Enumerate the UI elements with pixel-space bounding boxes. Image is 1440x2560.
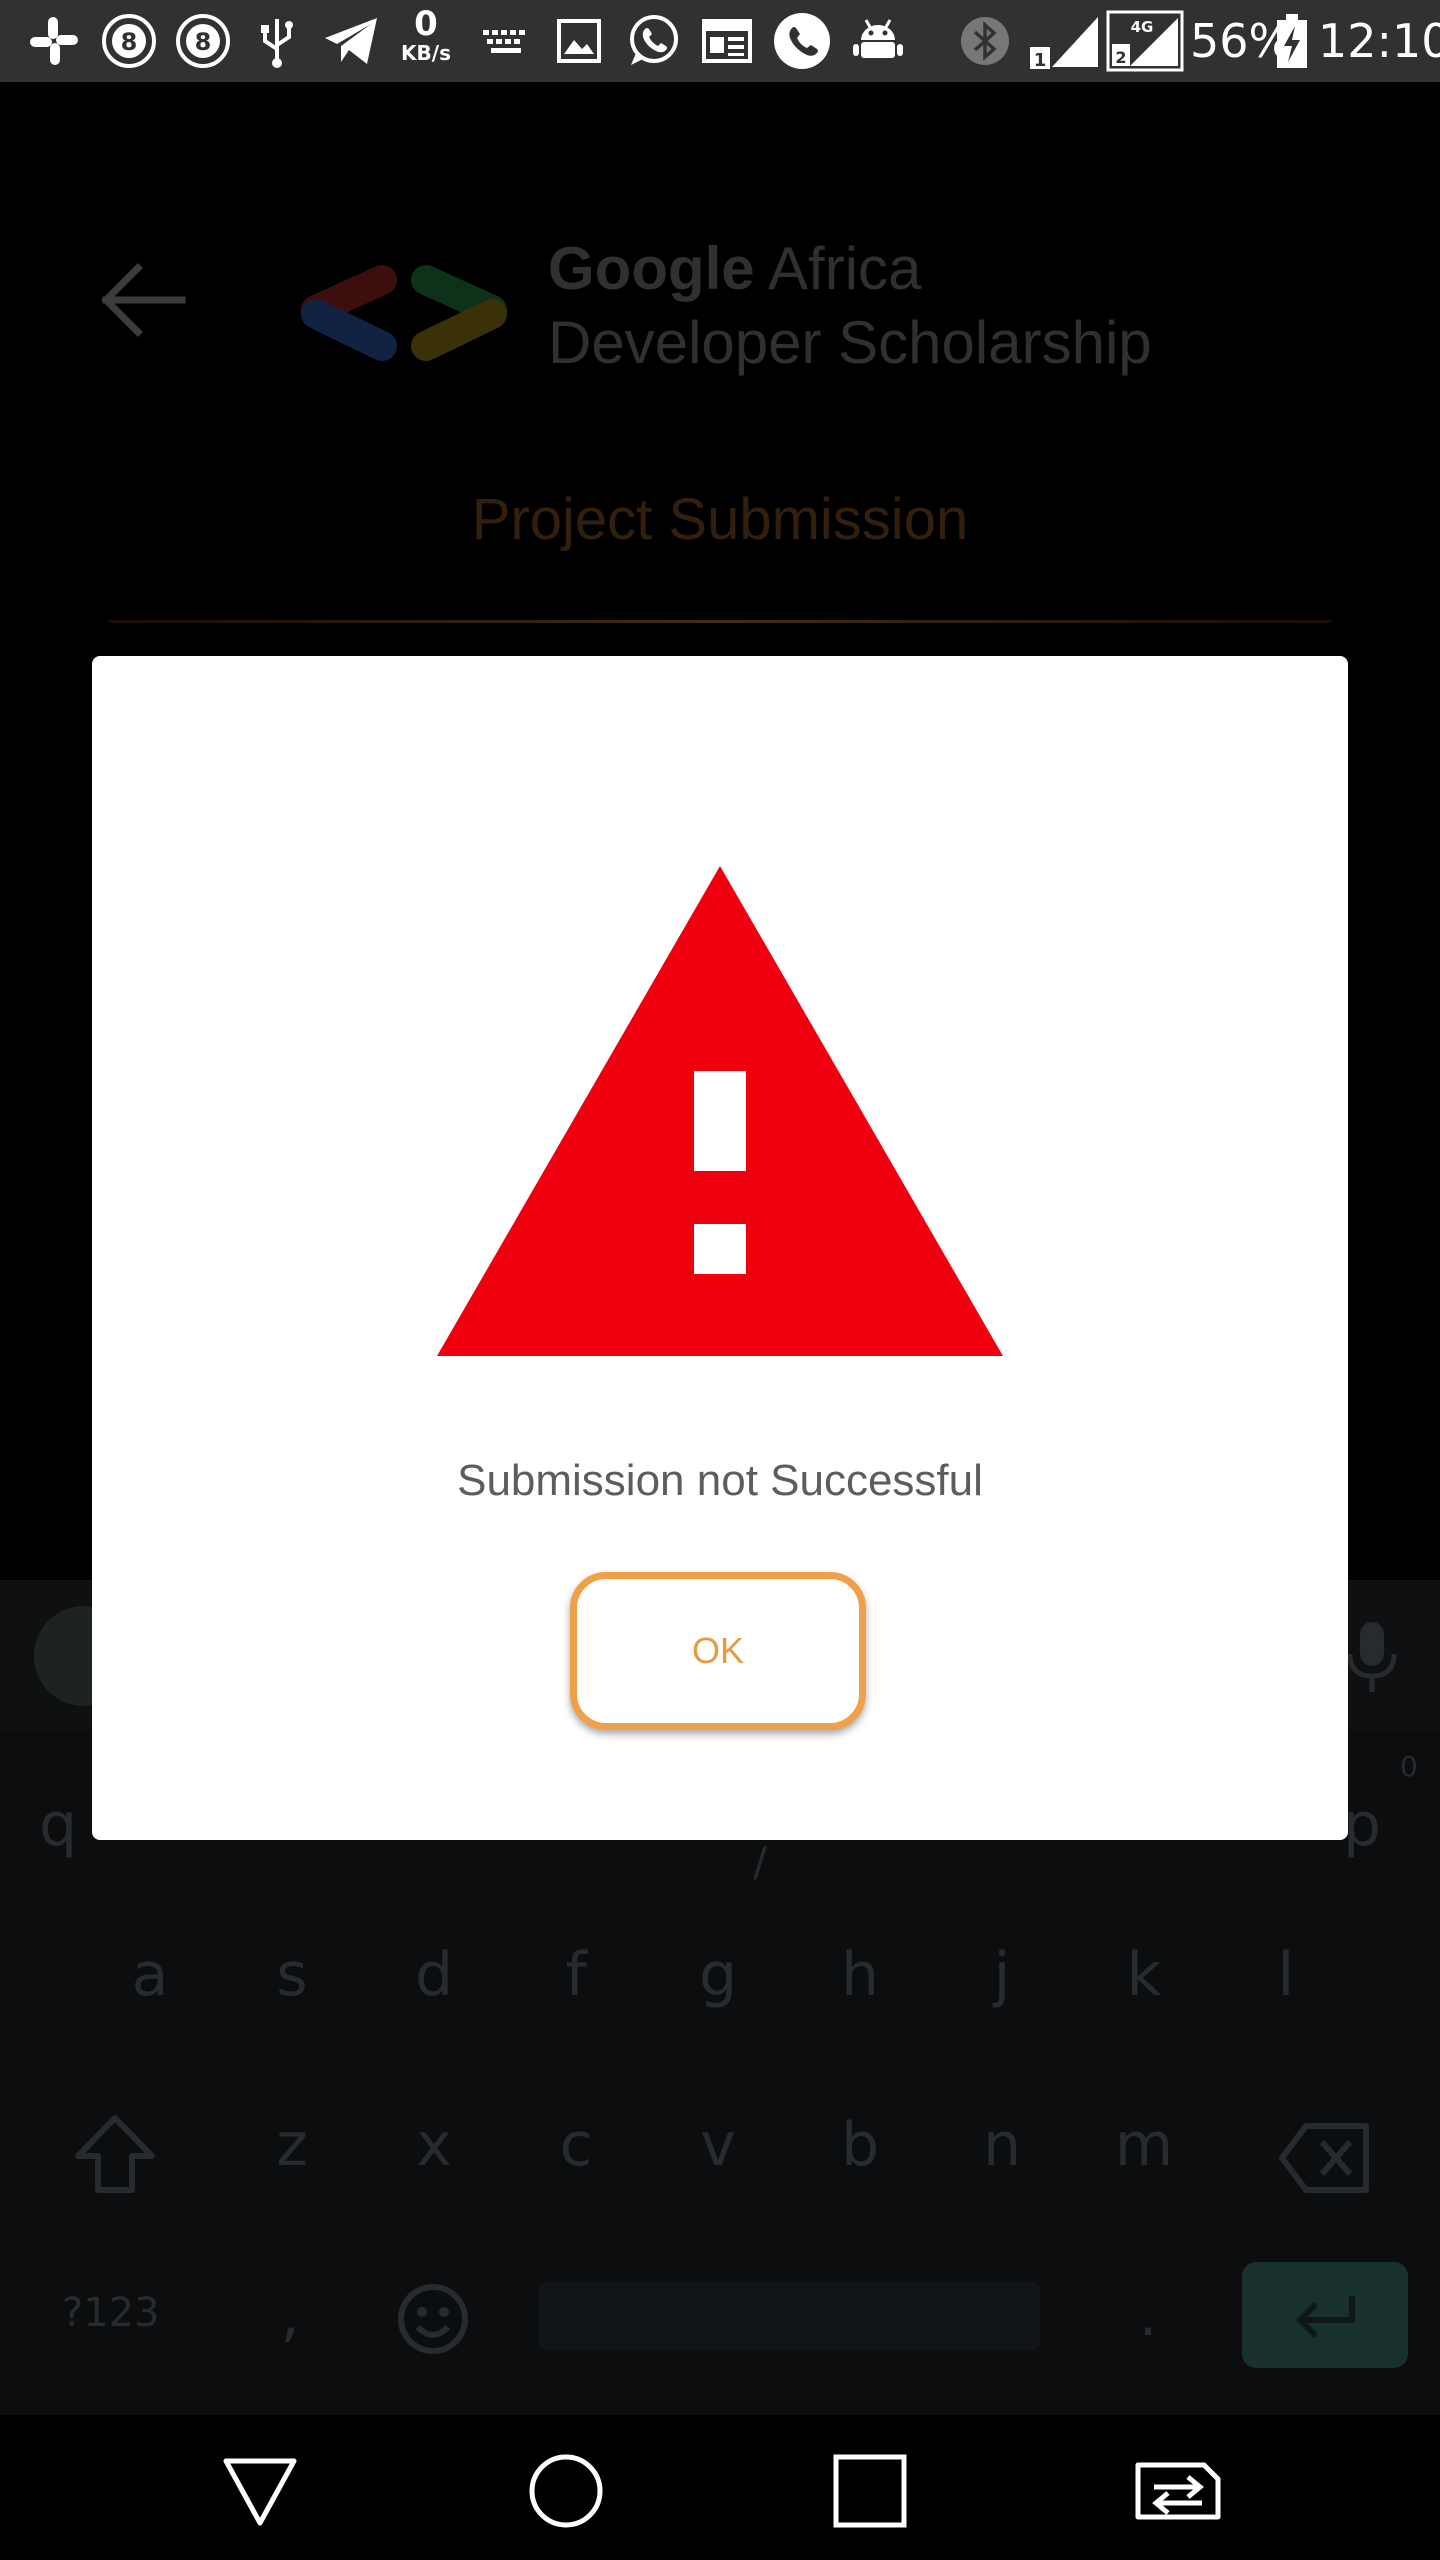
phone-icon	[772, 12, 832, 70]
net-speed: 0 KB/s	[396, 6, 456, 64]
gallery-icon	[552, 12, 606, 70]
news-icon	[698, 12, 756, 70]
whatsapp-icon	[624, 12, 682, 70]
recents-nav-icon[interactable]	[830, 2451, 910, 2531]
badge-8-icon: 8	[174, 12, 232, 70]
net-speed-unit: KB/s	[401, 41, 451, 65]
clock: 12:10	[1318, 14, 1440, 68]
svg-text:8: 8	[121, 28, 138, 56]
warning-triangle-icon	[437, 866, 1003, 1356]
home-nav-icon[interactable]	[526, 2451, 606, 2531]
signal-sim2-icon: 2 4G	[1106, 10, 1184, 72]
back-nav-icon[interactable]	[220, 2451, 300, 2531]
net-speed-value: 0	[414, 4, 438, 44]
error-dialog: Submission not Successful OK	[92, 656, 1348, 1840]
bluetooth-icon	[960, 12, 1010, 70]
sim2-label: 2	[1115, 48, 1126, 67]
badge-8-icon: 8	[100, 12, 158, 70]
keyboard-icon	[476, 12, 536, 70]
battery-charging-icon	[1272, 12, 1312, 70]
signal-sim1-icon: 1	[1028, 12, 1100, 70]
telegram-icon	[322, 12, 382, 70]
network-type-label: 4G	[1131, 18, 1154, 36]
usb-icon	[252, 12, 302, 70]
switch-sim-icon[interactable]	[1130, 2451, 1226, 2531]
ok-button[interactable]: OK	[570, 1572, 866, 1730]
navigation-bar	[0, 2415, 1440, 2560]
sim1-label: 1	[1034, 50, 1047, 69]
svg-text:8: 8	[195, 28, 212, 56]
status-bar: 8 8 0 KB/s 1 2 4G 56% 12:10	[0, 0, 1440, 82]
slack-icon	[26, 12, 82, 70]
dialog-message: Submission not Successful	[457, 1456, 983, 1505]
android-icon	[850, 12, 906, 70]
